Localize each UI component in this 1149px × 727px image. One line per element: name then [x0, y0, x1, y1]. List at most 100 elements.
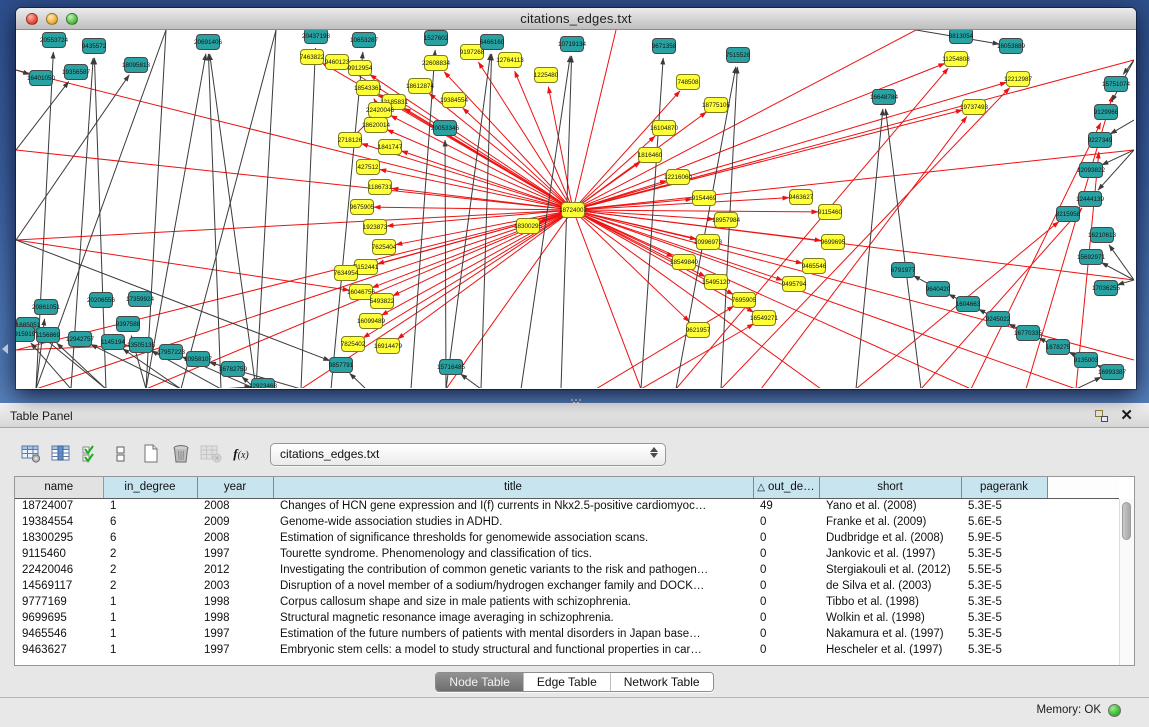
table-cell[interactable]: 1	[103, 594, 197, 610]
table-row[interactable]: 946362711997Embryonic stem cells: a mode…	[15, 642, 1119, 658]
table-cell[interactable]: 0	[753, 514, 819, 530]
table-cell[interactable]: 5.9E-5	[961, 530, 1047, 546]
table-row[interactable]: 1830029562008Estimation of significance …	[15, 530, 1119, 546]
graph-node[interactable]: 9115460	[818, 205, 843, 220]
tab-node-table[interactable]: Node Table	[436, 673, 523, 691]
graph-node[interactable]: 20053346	[431, 121, 460, 136]
table-cell[interactable]: 0	[753, 594, 819, 610]
table-cell[interactable]: 18300295	[15, 530, 103, 546]
graph-node[interactable]: 20437198	[302, 30, 331, 44]
graph-node[interactable]: 12942757	[66, 332, 95, 347]
graph-node[interactable]: 16993387	[1098, 365, 1127, 380]
column-header-year[interactable]: year	[197, 477, 273, 498]
graph-node[interactable]: 20553724	[40, 33, 69, 48]
graph-node[interactable]: 1816460	[638, 148, 663, 163]
hidden-panel-arrow-icon[interactable]	[2, 344, 8, 354]
graph-edge[interactable]	[208, 54, 221, 388]
table-row[interactable]: 977716911998Corpus callosum shape and si…	[15, 594, 1119, 610]
graph-edge[interactable]	[1102, 150, 1134, 165]
table-cell[interactable]: 5.6E-5	[961, 514, 1047, 530]
table-scrollbar[interactable]	[1119, 499, 1134, 665]
table-cell[interactable]: 0	[753, 530, 819, 546]
graph-node[interactable]: 5493822	[370, 294, 395, 309]
graph-node[interactable]: 9463627	[789, 190, 814, 205]
table-row[interactable]: 946554611997Estimation of the future num…	[15, 626, 1119, 642]
graph-node[interactable]: 12764113	[496, 53, 524, 68]
table-cell[interactable]: 49	[753, 498, 819, 514]
graph-node[interactable]: 18300295	[514, 219, 543, 234]
graph-node[interactable]: 9912954	[348, 61, 373, 76]
table-cell[interactable]: 5.3E-5	[961, 610, 1047, 626]
network-canvas[interactable]: 2260883491972681276411312254801861287419…	[16, 30, 1134, 388]
graph-node[interactable]: 16210613	[1088, 228, 1117, 243]
graph-edge[interactable]	[256, 30, 276, 388]
graph-node[interactable]: 1225480	[534, 68, 559, 83]
table-cell[interactable]: 5.5E-5	[961, 562, 1047, 578]
graph-node[interactable]: 2718126	[338, 133, 363, 148]
graph-node[interactable]: 9699695	[821, 235, 846, 250]
network-graph[interactable]: 2260883491972681276411312254801861287419…	[16, 30, 1134, 388]
graph-node[interactable]: 12444139	[1076, 192, 1105, 207]
graph-node[interactable]: 748508	[677, 75, 700, 90]
table-cell[interactable]: 6	[103, 514, 197, 530]
table-cell[interactable]: Genome-wide association studies in ADHD.	[273, 514, 753, 530]
graph-node[interactable]: 17957223	[157, 345, 186, 360]
graph-node[interactable]: 9154469	[692, 191, 717, 206]
graph-node[interactable]: 16549271	[750, 311, 779, 326]
table-cell[interactable]: Dudbridge et al. (2008)	[819, 530, 961, 546]
graph-node[interactable]: 19356587	[62, 65, 91, 80]
column-header-short[interactable]: short	[819, 477, 961, 498]
table-row[interactable]: 2242004622012Investigating the contribut…	[15, 562, 1119, 578]
table-cell[interactable]: Jankovic et al. (1997)	[819, 546, 961, 562]
table-cell[interactable]: 9699695	[15, 610, 103, 626]
graph-node[interactable]: 9397588	[116, 317, 141, 332]
graph-node[interactable]: 16782759	[219, 362, 248, 377]
table-cell[interactable]: Franke et al. (2009)	[819, 514, 961, 530]
graph-node[interactable]: 6791977	[891, 263, 916, 278]
graph-node[interactable]: 18095813	[122, 58, 151, 73]
graph-node[interactable]: 10653287	[350, 33, 379, 48]
table-cell[interactable]: 18724007	[15, 498, 103, 514]
graph-node[interactable]: 1527602	[424, 31, 449, 46]
graph-edge[interactable]	[886, 109, 921, 388]
graph-edge[interactable]	[721, 88, 1010, 388]
graph-node[interactable]: 10719134	[558, 37, 587, 52]
graph-node[interactable]: 16401050	[27, 71, 56, 86]
graph-node[interactable]: 10958107	[184, 352, 213, 367]
table-cell[interactable]: 19384554	[15, 514, 103, 530]
graph-node[interactable]: 9671358	[652, 39, 677, 54]
graph-node[interactable]: 15692971	[1077, 250, 1106, 265]
table-cell[interactable]: 1	[103, 626, 197, 642]
graph-node[interactable]: 1156869	[36, 328, 61, 343]
table-cell[interactable]: 14569117	[15, 578, 103, 594]
graph-node[interactable]: 12093822	[1077, 163, 1106, 178]
graph-edge[interactable]	[398, 215, 567, 339]
table-cell[interactable]: Hescheler et al. (1997)	[819, 642, 961, 658]
table-cell[interactable]: 5.3E-5	[961, 498, 1047, 514]
graph-node[interactable]: 15716485	[437, 360, 466, 375]
graph-node[interactable]: 18543361	[354, 81, 383, 96]
graph-edge[interactable]	[16, 82, 69, 150]
graph-node[interactable]: 3915919	[16, 327, 36, 342]
table-cell[interactable]: 9777169	[15, 594, 103, 610]
graph-edge[interactable]	[581, 211, 1134, 280]
graph-edge[interactable]	[1076, 377, 1101, 388]
graph-node[interactable]: 20691406	[194, 35, 223, 50]
table-row[interactable]: 1456911722003Disruption of a novel membe…	[15, 578, 1119, 594]
delete-column-icon[interactable]	[166, 440, 196, 468]
selection-mode-icon[interactable]	[76, 440, 106, 468]
table-scrollbar-thumb[interactable]	[1122, 502, 1131, 540]
table-cell[interactable]: 0	[753, 546, 819, 562]
table-cell[interactable]: 1998	[197, 610, 273, 626]
table-cell[interactable]: 0	[753, 626, 819, 642]
table-cell[interactable]: 9115460	[15, 546, 103, 562]
graph-node[interactable]: 9135003	[1074, 353, 1099, 368]
graph-edge[interactable]	[921, 208, 1082, 388]
graph-edge[interactable]	[481, 54, 492, 388]
graph-node[interactable]: 427512	[357, 160, 380, 175]
table-cell[interactable]: 5.3E-5	[961, 594, 1047, 610]
table-cell[interactable]: Estimation of the future numbers of pati…	[273, 626, 753, 642]
table-cell[interactable]: 5.3E-5	[961, 578, 1047, 594]
graph-edge[interactable]	[387, 130, 566, 207]
graph-edge[interactable]	[16, 75, 129, 240]
